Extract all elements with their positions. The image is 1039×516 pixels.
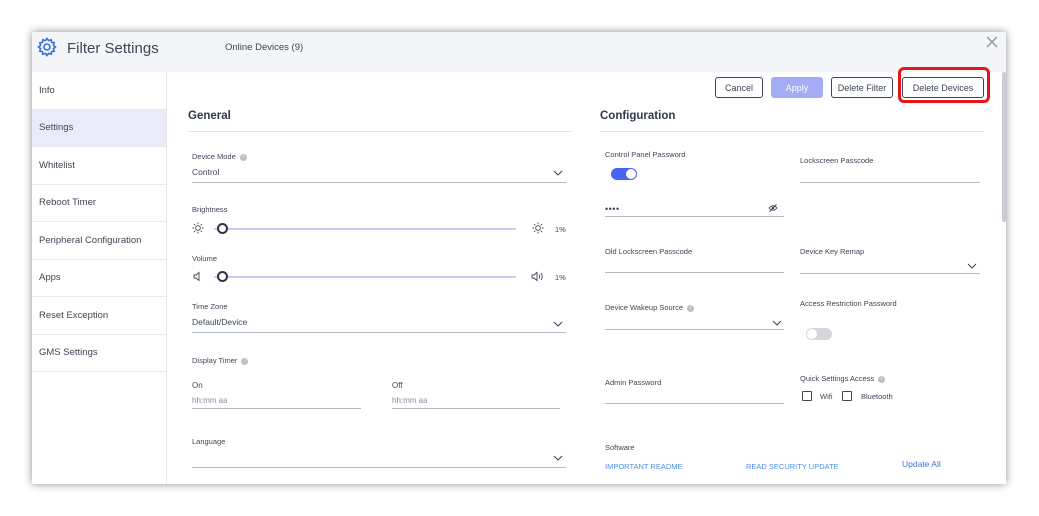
brightness-high-icon	[532, 222, 544, 234]
device-key-remap-label: Device Key Remap	[800, 247, 865, 256]
toggle-knob	[626, 169, 636, 179]
chevron-down-icon[interactable]	[772, 320, 782, 326]
old-lockscreen-passcode-label: Old Lockscreen Passcode	[605, 247, 693, 256]
chevron-down-icon[interactable]	[553, 455, 563, 461]
sidebar-item-gms-settings[interactable]: GMS Settings	[32, 335, 166, 372]
device-wakeup-source-select[interactable]	[605, 329, 784, 330]
sidebar-item-reboot-timer[interactable]: Reboot Timer	[32, 185, 166, 222]
configuration-divider	[600, 131, 984, 132]
eye-off-icon[interactable]	[768, 204, 778, 212]
quick-settings-access-label-text: Quick Settings Access	[800, 374, 875, 383]
volume-slider-track[interactable]	[214, 276, 516, 278]
close-icon[interactable]	[984, 34, 1000, 50]
info-icon[interactable]: i	[878, 375, 886, 383]
apply-button[interactable]: Apply	[771, 77, 823, 98]
chevron-down-icon[interactable]	[967, 263, 977, 269]
admin-password-label: Admin Password	[605, 378, 662, 387]
time-zone-label: Time Zone	[192, 302, 228, 311]
sidebar-item-settings[interactable]: Settings	[32, 109, 166, 147]
timer-off-underline	[392, 408, 560, 409]
read-security-update-link[interactable]: READ SECURITY UPDATE	[746, 462, 839, 471]
brightness-low-icon	[192, 222, 204, 234]
brightness-slider-track[interactable]	[214, 228, 516, 230]
general-section-title: General	[188, 110, 231, 122]
brightness-value: 1%	[555, 225, 566, 234]
device-wakeup-source-label: Device Wakeup Source i	[605, 303, 695, 312]
info-icon[interactable]: i	[687, 304, 695, 312]
device-wakeup-source-label-text: Device Wakeup Source	[605, 303, 684, 312]
wifi-label: Wifi	[820, 392, 833, 401]
timer-on-underline	[192, 408, 361, 409]
display-timer-label: Display Timer i	[192, 356, 249, 365]
sidebar-item-peripheral-configuration[interactable]: Peripheral Configuration	[32, 222, 166, 260]
volume-label: Volume	[192, 254, 218, 263]
timer-on-input[interactable]: hh:mm aa	[192, 396, 228, 405]
sidebar-item-reset-exception[interactable]: Reset Exception	[32, 297, 166, 335]
info-icon[interactable]: i	[239, 153, 247, 161]
brightness-slider-thumb[interactable]	[217, 223, 229, 234]
online-devices-label: Online Devices (9)	[225, 42, 304, 53]
settings-panel	[168, 72, 1006, 484]
volume-slider-thumb[interactable]	[217, 271, 229, 282]
old-lockscreen-passcode-input[interactable]	[605, 272, 784, 273]
brightness-label: Brightness	[192, 205, 228, 214]
device-mode-underline	[192, 182, 566, 183]
time-zone-underline	[192, 332, 566, 333]
access-restriction-password-toggle[interactable]	[806, 328, 832, 340]
sidebar-item-apps[interactable]: Apps	[32, 260, 166, 297]
volume-low-icon	[193, 271, 200, 282]
sidebar-item-info[interactable]: Info	[32, 72, 166, 110]
control-panel-password-label: Control Panel Password	[605, 150, 686, 159]
device-mode-value[interactable]: Control	[192, 167, 219, 177]
chevron-down-icon[interactable]	[553, 170, 563, 176]
toggle-knob	[807, 329, 817, 339]
timer-on-label: On	[192, 381, 203, 390]
general-divider	[188, 131, 571, 132]
volume-high-icon	[531, 271, 543, 282]
quick-settings-access-label: Quick Settings Access i	[800, 374, 886, 383]
bluetooth-checkbox[interactable]	[842, 391, 852, 401]
timer-off-input[interactable]: hh:mm aa	[392, 396, 428, 405]
access-restriction-password-label: Access Restriction Password	[800, 299, 897, 308]
bluetooth-label: Bluetooth	[861, 392, 893, 401]
display-timer-label-text: Display Timer	[192, 356, 238, 365]
admin-password-input[interactable]	[605, 403, 784, 404]
software-label: Software	[605, 443, 635, 452]
language-underline	[192, 467, 566, 468]
cancel-button[interactable]: Cancel	[715, 77, 763, 98]
timer-off-label: Off	[392, 381, 403, 390]
lockscreen-passcode-label: Lockscreen Passcode	[800, 156, 874, 165]
device-mode-label-text: Device Mode	[192, 152, 236, 161]
sidebar-nav: Info Settings Whitelist Reboot Timer Per…	[32, 72, 167, 484]
sidebar-item-whitelist[interactable]: Whitelist	[32, 147, 166, 185]
chevron-down-icon[interactable]	[553, 321, 563, 327]
lockscreen-passcode-input[interactable]	[800, 182, 980, 183]
control-panel-password-underline	[605, 216, 784, 217]
update-all-link[interactable]: Update All	[902, 459, 941, 469]
filter-settings-dialog: Filter Settings Online Devices (9) Info …	[32, 32, 1006, 484]
configuration-section-title: Configuration	[600, 110, 676, 122]
device-mode-label: Device Mode i	[192, 152, 247, 161]
dialog-title: Filter Settings	[67, 40, 159, 57]
control-panel-password-toggle[interactable]	[611, 168, 637, 180]
scrollbar[interactable]	[1002, 72, 1006, 222]
wifi-checkbox[interactable]	[802, 391, 812, 401]
delete-filter-button[interactable]: Delete Filter	[831, 77, 893, 98]
control-panel-password-input[interactable]: ••••	[605, 204, 620, 214]
important-readme-link[interactable]: IMPORTANT README	[605, 462, 683, 471]
device-key-remap-select[interactable]	[800, 273, 980, 274]
time-zone-value[interactable]: Default/Device	[192, 317, 247, 327]
highlight-box	[898, 67, 990, 103]
language-label: Language	[192, 437, 226, 446]
info-icon[interactable]: i	[241, 357, 249, 365]
title-bar: Filter Settings Online Devices (9)	[32, 32, 1006, 72]
volume-value: 1%	[555, 273, 566, 282]
gear-icon	[36, 36, 58, 58]
